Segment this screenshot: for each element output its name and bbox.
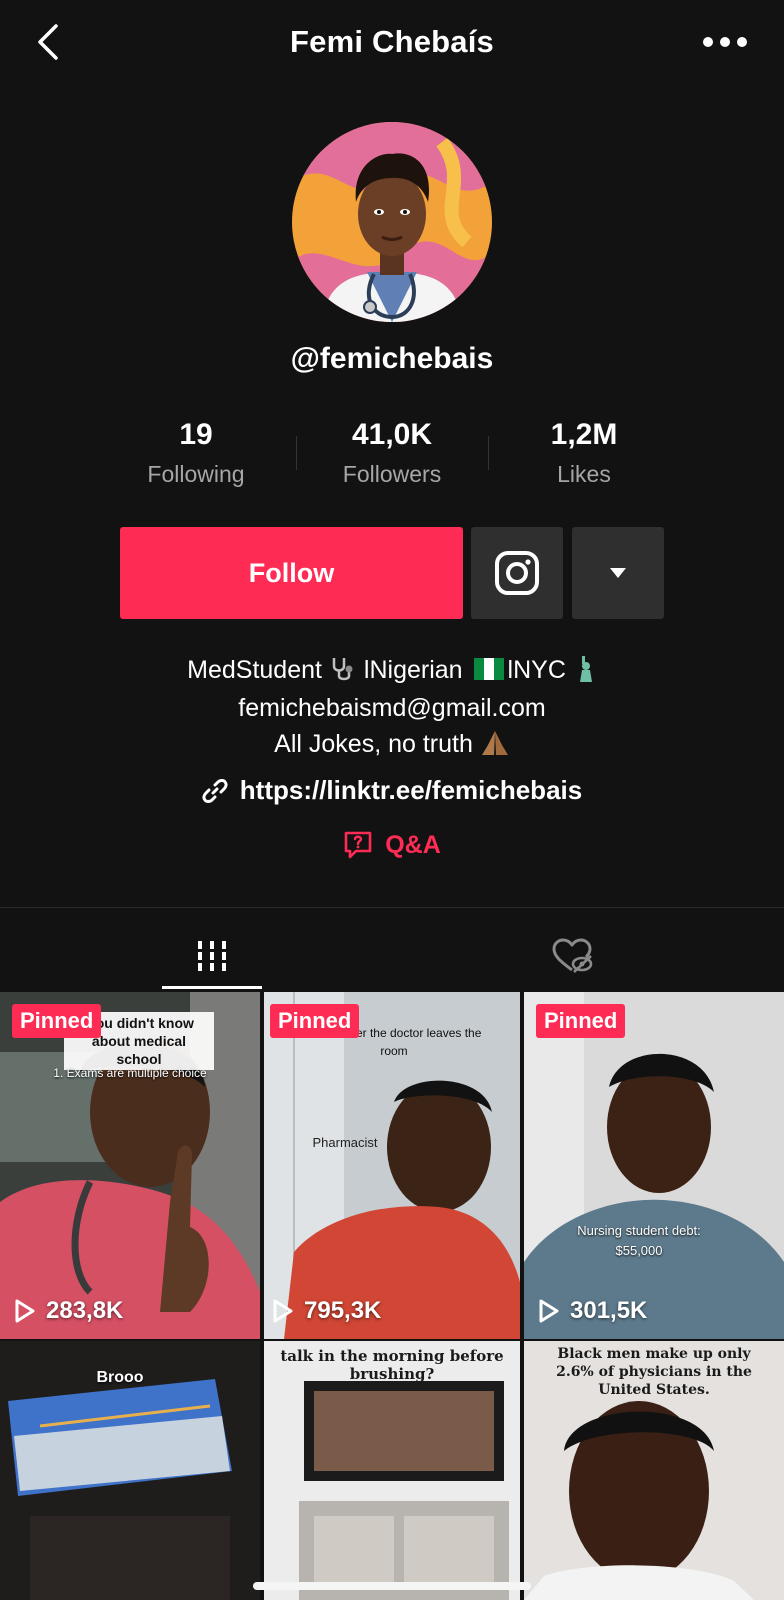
video-caption-secondary: Pharmacist: [312, 1135, 378, 1150]
bio-line-2: femichebaismd@gmail.com: [238, 694, 546, 722]
following-count: 19: [179, 418, 213, 451]
grid-icon: [198, 941, 226, 971]
qa-label: Q&A: [385, 830, 441, 859]
video-thumbnail: [524, 992, 784, 1339]
suggested-accounts-dropdown[interactable]: [572, 527, 664, 619]
stat-divider: [488, 436, 489, 470]
statue-of-liberty-icon: [573, 656, 597, 684]
pinned-badge: Pinned: [536, 1004, 626, 1038]
play-icon: [15, 1299, 35, 1323]
video-caption: talk in the morning before brushing?: [280, 1347, 504, 1383]
stethoscope-icon: [329, 658, 364, 684]
username: @femichebais: [290, 342, 494, 375]
tabs-divider: [0, 907, 784, 908]
more-dots-icon: [703, 37, 747, 47]
link-icon: [202, 778, 228, 803]
play-icon: [273, 1299, 293, 1323]
play-icon: [539, 1299, 559, 1323]
bio: MedStudent lNigerian lNYC femichebaismd@…: [0, 652, 784, 762]
page-title: Femi Chebaís: [290, 24, 494, 59]
qa-icon: [344, 831, 372, 859]
view-count: 283,8K: [14, 1297, 123, 1325]
profile-actions: Follow: [0, 527, 784, 619]
liked-hidden-icon: [552, 938, 593, 973]
instagram-button[interactable]: [471, 527, 563, 619]
nigeria-flag-icon: [473, 658, 504, 680]
qa-link[interactable]: Q&A: [0, 830, 784, 860]
pinned-badge: Pinned: [270, 1004, 360, 1038]
stat-likes: 1,2M Likes: [494, 418, 674, 488]
follow-button[interactable]: Follow: [120, 527, 463, 619]
bio-line-3: All Jokes, no truth: [0, 726, 784, 762]
bio-link-text: https://linktr.ee/femichebais: [239, 775, 583, 805]
active-tab-indicator: [162, 986, 262, 989]
video-caption-secondary: $55,000: [615, 1243, 663, 1258]
view-count: 301,5K: [538, 1297, 647, 1325]
more-options-button[interactable]: [700, 28, 750, 56]
following-label: Following: [147, 461, 245, 487]
view-count: 795,3K: [272, 1297, 381, 1325]
video-tile[interactable]: talk in the morning before brushing?: [264, 1341, 520, 1600]
praying-hands-icon: [473, 730, 510, 758]
pinned-badge: Pinned: [12, 1004, 102, 1038]
stat-divider: [296, 436, 297, 470]
likes-label: Likes: [557, 461, 611, 487]
stat-followers[interactable]: 41,0K Followers: [302, 418, 482, 488]
bio-line-1: MedStudent lNigerian lNYC: [0, 652, 784, 690]
stats-row: 19 Following 41,0K Followers 1,2M Likes: [0, 418, 784, 498]
video-tile[interactable]: Nursing student debt: $55,000 Pinned 301…: [524, 992, 784, 1339]
stat-following[interactable]: 19 Following: [106, 418, 286, 488]
video-caption-secondary: 1. Exams are multiple choice: [53, 1066, 207, 1080]
avatar[interactable]: [292, 122, 492, 322]
caret-down-icon: [610, 568, 626, 578]
video-tile[interactable]: ...ou didn't know about medical school 1…: [0, 992, 260, 1339]
tab-liked[interactable]: [522, 920, 622, 992]
top-bar: Femi Chebaís: [0, 0, 784, 86]
likes-count: 1,2M: [550, 418, 618, 451]
video-caption: Nursing student debt:: [577, 1223, 701, 1238]
video-grid: ...ou didn't know about medical school 1…: [0, 992, 784, 1600]
followers-label: Followers: [342, 461, 442, 487]
video-tile[interactable]: Black men make up only 2.6% of physician…: [524, 1341, 784, 1600]
bio-link[interactable]: https://linktr.ee/femichebais: [0, 775, 784, 806]
avatar-illustration: [292, 122, 492, 322]
instagram-icon: [495, 551, 539, 595]
followers-count: 41,0K: [351, 418, 433, 451]
video-tile[interactable]: ...s on after the doctor leaves the room…: [264, 992, 520, 1339]
home-indicator: [253, 1582, 531, 1590]
video-caption: Black men make up only 2.6% of physician…: [556, 1346, 752, 1398]
tab-videos[interactable]: [162, 920, 262, 992]
video-caption: Brooo: [96, 1369, 144, 1386]
video-tile[interactable]: Brooo: [0, 1341, 260, 1600]
